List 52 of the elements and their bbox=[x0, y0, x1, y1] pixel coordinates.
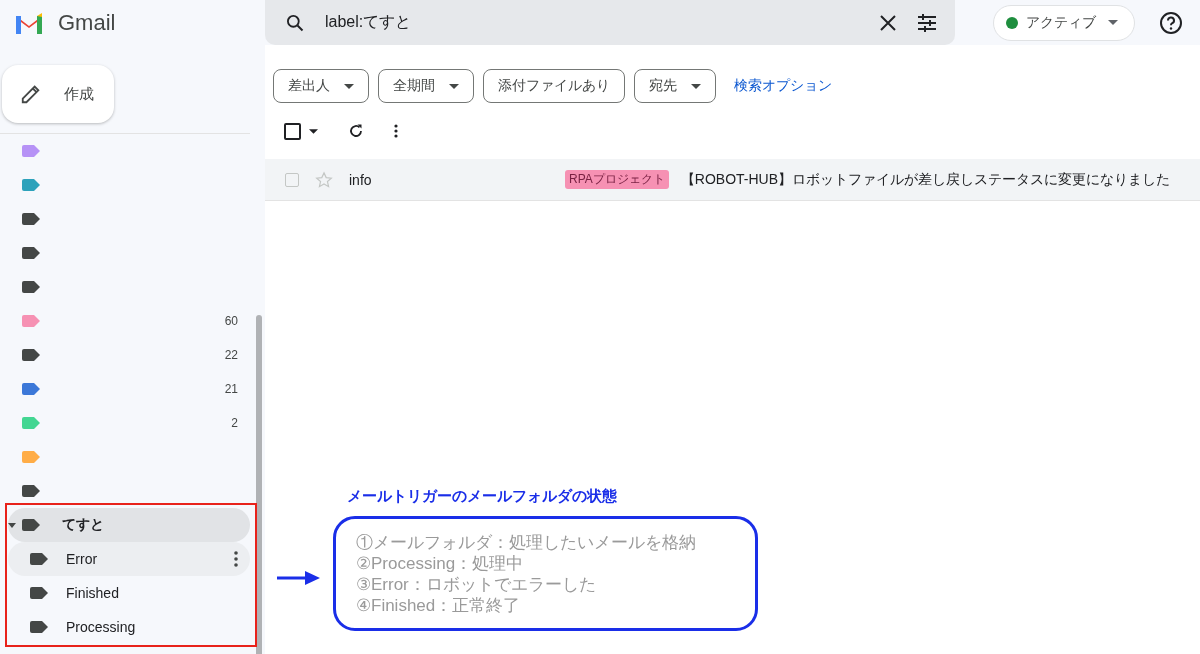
label-item[interactable]: Finished bbox=[8, 576, 250, 610]
label-tag: RPAプロジェクト bbox=[565, 170, 669, 189]
unread-count: 22 bbox=[224, 348, 238, 362]
caret-icon bbox=[691, 83, 701, 89]
label-icon[interactable] bbox=[22, 281, 40, 293]
more-icon[interactable] bbox=[394, 124, 398, 138]
filter-chip[interactable]: 宛先 bbox=[634, 69, 716, 103]
refresh-icon[interactable] bbox=[348, 123, 364, 139]
app-name: Gmail bbox=[58, 9, 116, 36]
label-item[interactable]: てすと bbox=[8, 508, 250, 542]
filter-chip[interactable]: 全期間 bbox=[378, 69, 474, 103]
expand-caret-icon[interactable] bbox=[8, 522, 16, 528]
label-icon[interactable] bbox=[22, 349, 40, 361]
email-sender: info bbox=[349, 171, 373, 188]
annotation-title: メールトリガーのメールフォルダの状態 bbox=[347, 487, 617, 506]
scrollbar-thumb[interactable] bbox=[256, 315, 262, 654]
annotation-text: ④Finished：正常終了 bbox=[356, 595, 522, 616]
email-checkbox[interactable] bbox=[285, 172, 299, 187]
label-icon[interactable] bbox=[22, 485, 40, 497]
caret-icon[interactable] bbox=[309, 128, 318, 134]
search-options-link[interactable]: 検索オプション bbox=[734, 77, 832, 95]
caret-icon bbox=[1108, 20, 1118, 25]
email-row[interactable]: info RPAプロジェクト 【ROBOT-HUB】ロボットファイルが差し戻しステータスに変更になりました bbox=[265, 159, 1200, 201]
email-subject: 【ROBOT-HUB】ロボットファイルが差し戻しステータスに変更になりました bbox=[680, 170, 1171, 189]
help-icon[interactable] bbox=[1159, 10, 1183, 35]
close-icon[interactable] bbox=[879, 13, 897, 32]
star-icon[interactable] bbox=[315, 170, 333, 189]
gmail-logo-icon bbox=[14, 11, 44, 34]
annotation-text: ①メールフォルダ：処理したいメールを格納 bbox=[356, 532, 697, 553]
annotation-text: ②Processing：処理中 bbox=[356, 553, 525, 574]
compose-button[interactable]: 作成 bbox=[2, 65, 114, 123]
arrow-icon bbox=[277, 570, 321, 586]
label-item[interactable]: Error bbox=[8, 542, 250, 576]
select-all-checkbox[interactable] bbox=[284, 122, 301, 140]
pencil-icon bbox=[20, 83, 42, 105]
filter-chip[interactable]: 差出人 bbox=[273, 69, 369, 103]
more-icon[interactable] bbox=[234, 551, 238, 567]
unread-count: 60 bbox=[224, 314, 238, 328]
unread-count: 21 bbox=[224, 382, 238, 396]
caret-icon bbox=[344, 83, 354, 89]
caret-icon bbox=[449, 83, 459, 89]
status-button[interactable]: アクティブ bbox=[993, 4, 1135, 41]
search-field[interactable]: label:てすと bbox=[265, 0, 955, 45]
filter-chip[interactable]: 添付ファイルあり bbox=[483, 69, 625, 103]
label-icon[interactable] bbox=[22, 213, 40, 225]
label-item[interactable]: Processing bbox=[8, 610, 250, 644]
label-icon[interactable] bbox=[22, 383, 40, 395]
label-icon[interactable] bbox=[22, 247, 40, 259]
unread-count: 2 bbox=[231, 416, 238, 430]
search-icon[interactable] bbox=[285, 12, 305, 33]
filter-sliders-icon[interactable] bbox=[917, 13, 937, 32]
annotation-text: ③Error：ロボットでエラーした bbox=[356, 574, 597, 595]
